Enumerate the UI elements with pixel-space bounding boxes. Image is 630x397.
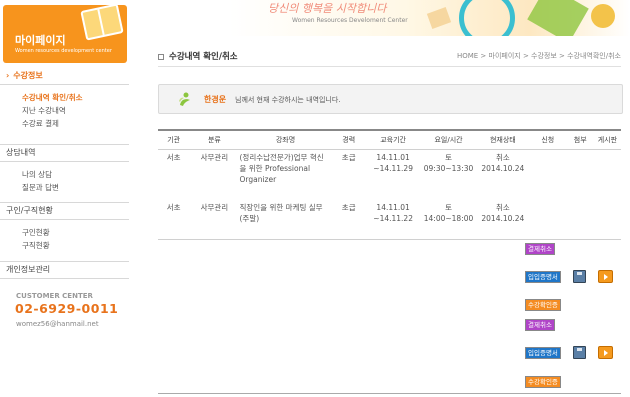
- notice-text: 님께서 현재 수강하시는 내역입니다.: [235, 96, 341, 104]
- column-header: 경력: [331, 129, 366, 150]
- arrow-right-icon[interactable]: [598, 346, 613, 359]
- table-row: 서초 사무관리 직장인을 위한 마케팅 실무(주말) 초급 14.11.01 ~…: [158, 200, 621, 240]
- sidebar-subitem-job-seekers[interactable]: 구직현황: [0, 239, 129, 252]
- save-icon[interactable]: [573, 270, 586, 283]
- banner-decoration: [426, 7, 452, 29]
- mypage-subtitle: Women resources development center: [15, 48, 112, 54]
- book-icon: [80, 5, 124, 41]
- column-header: 교육기간: [365, 129, 421, 150]
- leaf-person-icon: [179, 92, 190, 106]
- cell-board: [593, 200, 621, 240]
- sidebar-subitem-my-consult[interactable]: 나의 상담: [0, 168, 129, 181]
- sidebar-item-jobs[interactable]: 구인/구직현황: [0, 203, 129, 220]
- course-table: 기관 분류 강좌명 경력 교육기간 요일/시간 현재상태 신청 첨부 게시판 서…: [158, 129, 621, 240]
- sidebar-section-jobs: 구인/구직현황 구인현황 구직현황: [0, 202, 129, 252]
- column-header: 현재상태: [476, 129, 529, 150]
- sidebar-section-profile: 개인정보관리: [0, 261, 129, 279]
- cell-level: 초급: [341, 153, 356, 162]
- cell-period: 14.11.01 ~14.11.22: [365, 200, 421, 240]
- sidebar-subitem-current-course[interactable]: 수강내역 확인/취소: [0, 91, 129, 104]
- cell-attach: [567, 150, 594, 201]
- banner-decoration: [591, 4, 615, 28]
- cell-time: 토 09:30~13:30: [423, 153, 474, 173]
- table-row: 서초 사무관리 (정리수납전문가)업무 혁신을 위한 Professional …: [158, 150, 621, 201]
- cell-apply: [529, 150, 567, 201]
- sidebar-item-profile[interactable]: 개인정보관리: [0, 262, 129, 279]
- column-header: 첨부: [566, 129, 594, 150]
- column-header: 분류: [189, 129, 240, 150]
- cancel-payment-button[interactable]: 결제취소: [525, 243, 555, 255]
- sidebar-section-course: 수강정보 수강내역 확인/취소 지난 수강내역 수강료 결제: [0, 68, 129, 130]
- arrow-right-icon[interactable]: [598, 270, 613, 283]
- sidebar-item-course-info[interactable]: 수강정보: [0, 68, 129, 85]
- cell-org: 서초: [166, 153, 181, 162]
- deposit-receipt-button[interactable]: 입입증명서: [525, 347, 561, 359]
- mypage-title: 마이페이지: [15, 34, 66, 47]
- sidebar-subitem-past-course[interactable]: 지난 수강내역: [0, 104, 129, 117]
- table-bottom-divider: [158, 393, 621, 394]
- save-icon[interactable]: [573, 346, 586, 359]
- sidebar-subitem-payment[interactable]: 수강료 결제: [0, 117, 129, 130]
- banner-title: 당신의 행복을 시작합니다: [268, 2, 387, 15]
- customer-center-title: CUSTOMER CENTER: [16, 292, 93, 300]
- customer-center-email[interactable]: womez56@hanmail.net: [16, 320, 99, 328]
- mypage-header: 마이페이지 Women resources development center: [3, 5, 127, 63]
- user-name: 한경운: [204, 95, 227, 104]
- cell-category: 사무관리: [200, 153, 229, 162]
- cell-status: 취소 2014.10.24: [481, 153, 525, 173]
- cell-time: 토 14:00~18:00: [420, 200, 477, 240]
- cell-course[interactable]: 직장인을 위한 마케팅 실무(주말): [239, 200, 332, 240]
- deposit-receipt-button[interactable]: 입입증명서: [525, 271, 561, 283]
- sidebar-section-consult: 상담내역 나의 상담 질문과 답변: [0, 144, 129, 194]
- sidebar-subitem-job-offers[interactable]: 구인현황: [0, 226, 129, 239]
- cell-attach: [566, 200, 594, 240]
- header-banner: 당신의 행복을 시작합니다 Women Resources Develoment…: [129, 0, 630, 36]
- column-header: 신청: [528, 129, 567, 150]
- banner-decoration: [527, 0, 589, 36]
- breadcrumb: HOME > 마이페이지 > 수강정보 > 수강내역확인/취소: [456, 52, 621, 60]
- cell-course[interactable]: (정리수납전문가)업무 혁신을 위한 Professional Organize…: [240, 150, 332, 201]
- column-header: 강좌명: [239, 129, 332, 150]
- column-header: 기관: [158, 129, 190, 150]
- sidebar-subitem-qna[interactable]: 질문과 답변: [0, 181, 129, 194]
- cell-category: 사무관리: [189, 200, 240, 240]
- table-header-row: 기관 분류 강좌명 경력 교육기간 요일/시간 현재상태 신청 첨부 게시판: [158, 129, 621, 150]
- column-header: 게시판: [593, 129, 621, 150]
- cancel-payment-button[interactable]: 결제취소: [525, 319, 555, 331]
- sidebar: 마이페이지 Women resources development center…: [0, 0, 129, 397]
- enroll-confirm-button[interactable]: 수강확인증: [525, 376, 561, 388]
- cell-status: 취소 2014.10.24: [476, 200, 529, 240]
- page-title: 수강내역 확인/취소: [158, 50, 238, 62]
- customer-center-phone: 02-6929-0011: [15, 301, 119, 316]
- banner-subtitle: Women Resources Develoment Center: [292, 17, 408, 24]
- column-header: 요일/시간: [420, 129, 477, 150]
- cell-period: 14.11.01 ~14.11.29: [373, 153, 413, 173]
- notice-box: 한경운 님께서 현재 수강하시는 내역입니다.: [158, 84, 623, 114]
- cell-level: 초급: [331, 200, 366, 240]
- cell-apply: [528, 200, 567, 240]
- page-header: 수강내역 확인/취소 HOME > 마이페이지 > 수강정보 > 수강내역확인/…: [158, 48, 621, 67]
- cell-org: 서초: [158, 200, 190, 240]
- magnifier-icon: [459, 0, 515, 36]
- cell-board: [594, 150, 621, 201]
- sidebar-item-consult[interactable]: 상담내역: [0, 145, 129, 162]
- enroll-confirm-button[interactable]: 수강확인증: [525, 299, 561, 311]
